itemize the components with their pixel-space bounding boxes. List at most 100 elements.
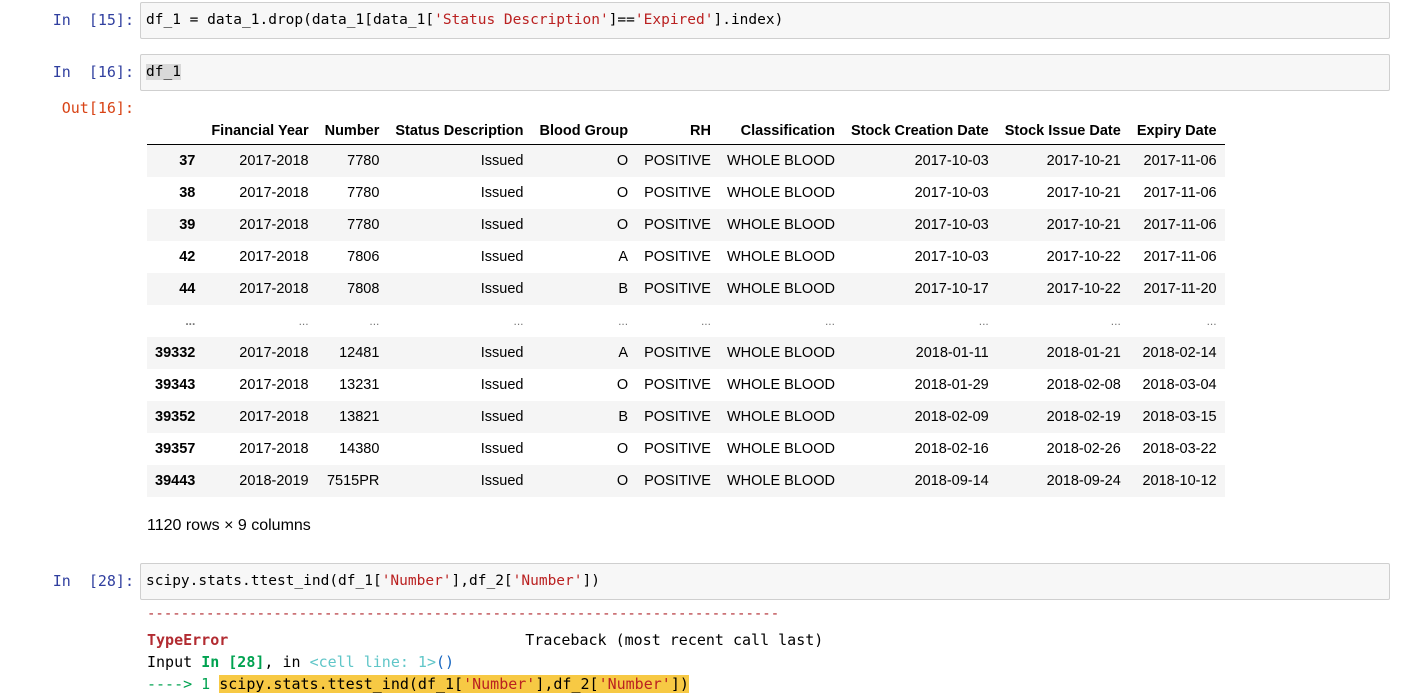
table-row: 37 2017-2018 7780 Issued O POSITIVE WHOLE BLOO… [147, 144, 1225, 177]
table-cell: 7780 [347, 185, 380, 201]
table-cell: 2018-02-14 [1142, 345, 1217, 361]
code-text: ]) [582, 573, 600, 589]
table-cell: ... [1206, 314, 1217, 328]
table-cell: WHOLE BLOOD [726, 473, 835, 489]
table-row: 39332 2017-2018 12481 Issued A POSITIVE WHOLE … [147, 337, 1225, 369]
code-string: 'Number' [598, 675, 671, 693]
code-string: 'Number' [463, 675, 536, 693]
table-cell: 2018-03-04 [1142, 377, 1217, 393]
table-cell: POSITIVE [644, 249, 711, 265]
table-cell: WHOLE BLOOD [726, 441, 835, 457]
table-cell: 2017-10-21 [1046, 153, 1121, 169]
table-cell: B [618, 281, 629, 297]
table-cell: B [618, 409, 629, 425]
selected-code-text: df_1 [146, 64, 181, 80]
dataframe-body: 37 2017-2018 7780 Issued O POSITIVE WHOLE BLOO… [147, 144, 1225, 497]
column-header: Classification [718, 117, 843, 145]
traceback-header: TypeError Traceback (most recent call las… [147, 631, 823, 649]
table-cell: Issued [480, 409, 524, 425]
table-cell: 2017-10-03 [914, 249, 989, 265]
cell-28-code-editor[interactable]: scipy.stats.ttest_ind(df_1['Number'],df_… [140, 563, 1390, 600]
code-string: 'Number' [512, 573, 583, 589]
traceback-input-line: Input In [28], in <cell line: 1>() [147, 653, 454, 671]
table-cell: 7780 [347, 217, 380, 233]
table-cell: 2018-2019 [239, 473, 309, 489]
table-row: 39343 2017-2018 13231 Issued O POSITIVE WHOLE … [147, 369, 1225, 401]
table-cell: 2017-2018 [239, 185, 309, 201]
table-cell: ... [369, 314, 380, 328]
table-cell: O [616, 473, 629, 489]
table-cell: 2017-11-06 [1143, 185, 1217, 201]
column-header: Stock Creation Date [842, 117, 997, 145]
traceback-code-line: ----> 1 scipy.stats.ttest_ind(df_1['Numb… [147, 675, 689, 693]
code-text: scipy.stats.ttest_ind(df_1[ [219, 675, 464, 693]
code-text: ],df_2[ [451, 573, 513, 589]
table-row: 44 2017-2018 7808 Issued B POSITIVE WHOLE BLOO… [147, 273, 1225, 305]
cell-15-code-editor[interactable]: df_1 = data_1.drop(data_1[data_1['Status… [140, 2, 1390, 39]
table-cell: 2018-09-14 [914, 473, 989, 489]
row-index: 39352 [155, 409, 196, 425]
table-cell: 2017-10-03 [914, 153, 989, 169]
traceback-title: Traceback (most recent call last) [525, 631, 824, 649]
table-cell: 2018-03-15 [1142, 409, 1217, 425]
table-cell: 2018-01-11 [915, 345, 989, 361]
table-cell: POSITIVE [644, 473, 711, 489]
table-row: 39357 2017-2018 14380 Issued O POSITIVE WHOLE … [147, 433, 1225, 465]
column-header: Status Description [387, 117, 532, 145]
table-cell: 2017-10-21 [1046, 185, 1121, 201]
table-row: 39352 2017-2018 13821 Issued B POSITIVE WHOLE … [147, 401, 1225, 433]
table-cell: WHOLE BLOOD [726, 281, 835, 297]
table-cell: 2017-2018 [239, 441, 309, 457]
table-cell: A [618, 249, 629, 265]
code-string: 'Expired' [634, 12, 714, 28]
column-header: Expiry Date [1128, 117, 1225, 145]
table-cell: WHOLE BLOOD [726, 185, 835, 201]
table-cell: O [616, 185, 629, 201]
table-cell: 14380 [339, 441, 380, 457]
traceback-separator: ----------------------------------------… [147, 606, 780, 622]
table-cell: Issued [480, 217, 524, 233]
cell-15-prompt: In [15]: [52, 11, 134, 29]
table-cell: 2017-2018 [239, 217, 309, 233]
cell-16-code-editor[interactable]: df_1 [140, 54, 1390, 91]
code-string: 'Status Description' [434, 12, 609, 28]
table-cell: 2017-10-03 [914, 217, 989, 233]
table-cell: 2017-11-06 [1143, 153, 1217, 169]
table-cell: Issued [480, 473, 524, 489]
arrow-marker: ----> 1 [147, 675, 220, 693]
row-index: 37 [179, 153, 196, 169]
table-cell: WHOLE BLOOD [726, 153, 835, 169]
table-cell: 13231 [339, 377, 380, 393]
table-cell: O [616, 217, 629, 233]
row-index: 44 [179, 281, 196, 297]
cell-16-out-prompt: Out[16]: [61, 99, 134, 117]
input-sep: , in [264, 653, 310, 671]
table-cell: ... [824, 314, 835, 328]
index-header [147, 117, 204, 145]
dataframe-shape: 1120 rows × 9 columns [147, 517, 311, 534]
table-cell: Issued [480, 153, 524, 169]
code-text: ]== [608, 12, 635, 28]
table-row: 42 2017-2018 7806 Issued A POSITIVE WHOLE BLOO… [147, 241, 1225, 273]
table-cell: 2017-10-22 [1046, 281, 1121, 297]
table-cell: Issued [480, 441, 524, 457]
row-index: 39343 [155, 377, 196, 393]
highlighted-code: scipy.stats.ttest_ind(df_1['Number'],df_… [219, 675, 689, 693]
table-cell: POSITIVE [644, 153, 711, 169]
table-cell: ... [618, 314, 629, 328]
table-cell: ... [513, 314, 524, 328]
table-row: 38 2017-2018 7780 Issued O POSITIVE WHOLE BLOO… [147, 177, 1225, 209]
row-index: 38 [179, 185, 196, 201]
table-cell: O [616, 153, 629, 169]
table-cell: O [616, 377, 629, 393]
cell-16-prompt: In [16]: [52, 63, 134, 81]
table-cell: POSITIVE [644, 377, 711, 393]
table-cell: 2017-11-06 [1143, 217, 1217, 233]
table-cell: Issued [480, 345, 524, 361]
cell-line-link[interactable]: <cell line: 1> [310, 653, 436, 671]
table-cell: POSITIVE [644, 441, 711, 457]
code-text: ],df_2[ [535, 675, 599, 693]
table-cell: 7780 [347, 153, 380, 169]
table-cell: 2017-11-20 [1143, 281, 1217, 297]
table-cell: 2018-09-24 [1046, 473, 1121, 489]
